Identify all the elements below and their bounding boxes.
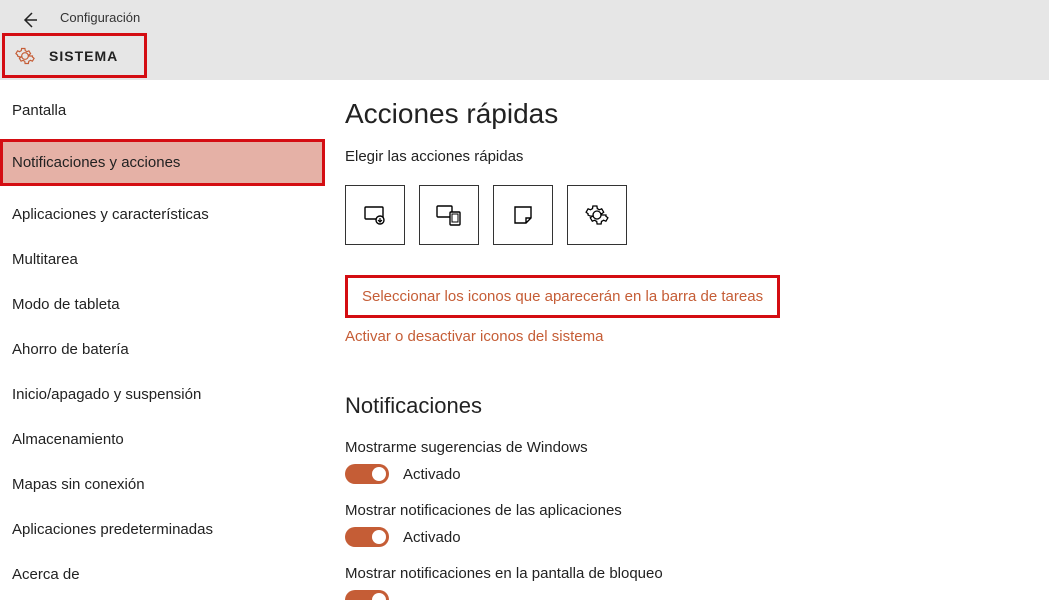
sidebar: Pantalla Notificaciones y acciones Aplic… xyxy=(0,80,325,609)
toggle-row-suggestions: Activado xyxy=(345,464,1049,484)
quick-action-tile-connect[interactable] xyxy=(419,185,479,245)
sidebar-item-ahorro-bateria[interactable]: Ahorro de batería xyxy=(0,327,325,372)
sidebar-item-label: Acerca de xyxy=(12,566,80,583)
link-toggle-system-icons[interactable]: Activar o desactivar iconos del sistema xyxy=(345,328,603,345)
sidebar-item-label: Pantalla xyxy=(12,102,66,119)
main-content: Acciones rápidas Elegir las acciones ráp… xyxy=(325,80,1049,609)
section-subtitle: Elegir las acciones rápidas xyxy=(345,148,1049,165)
toggle-label: Mostrarme sugerencias de Windows xyxy=(345,439,1049,456)
quick-action-tile-note[interactable] xyxy=(493,185,553,245)
gear-icon xyxy=(15,46,35,66)
back-button[interactable] xyxy=(18,8,42,32)
gear-icon xyxy=(585,203,609,227)
quick-action-tile-settings[interactable] xyxy=(567,185,627,245)
sidebar-item-modo-tableta[interactable]: Modo de tableta xyxy=(0,282,325,327)
quick-action-tile-tablet-mode[interactable] xyxy=(345,185,405,245)
sidebar-item-label: Modo de tableta xyxy=(12,296,120,313)
sidebar-item-label: Aplicaciones y características xyxy=(12,206,209,223)
toggle-row-app-notifications: Activado xyxy=(345,527,1049,547)
sidebar-item-label: Mapas sin conexión xyxy=(12,476,145,493)
sidebar-item-notificaciones[interactable]: Notificaciones y acciones xyxy=(0,139,325,186)
sidebar-item-label: Ahorro de batería xyxy=(12,341,129,358)
section-title-notificaciones: Notificaciones xyxy=(345,393,1049,419)
sidebar-item-almacenamiento[interactable]: Almacenamiento xyxy=(0,417,325,462)
app-title: Configuración xyxy=(60,10,140,25)
sidebar-item-inicio-apagado[interactable]: Inicio/apagado y suspensión xyxy=(0,372,325,417)
toggle-row-lockscreen-notifications xyxy=(345,590,1049,600)
note-icon xyxy=(512,204,534,226)
toggle-state-text: Activado xyxy=(403,529,461,546)
section-title-acciones: Acciones rápidas xyxy=(345,98,1049,130)
sidebar-item-label: Notificaciones y acciones xyxy=(12,154,180,171)
tablet-mode-icon xyxy=(362,202,388,228)
sidebar-item-label: Inicio/apagado y suspensión xyxy=(12,386,201,403)
sidebar-item-multitarea[interactable]: Multitarea xyxy=(0,237,325,282)
connect-icon xyxy=(435,203,463,227)
system-header-highlight[interactable]: SISTEMA xyxy=(2,33,147,78)
sidebar-item-label: Multitarea xyxy=(12,251,78,268)
toggle-label: Mostrar notificaciones de las aplicacion… xyxy=(345,502,1049,519)
back-arrow-icon xyxy=(20,10,40,30)
header-bar: Configuración SISTEMA xyxy=(0,0,1049,80)
link-highlight-taskbar-icons: Seleccionar los iconos que aparecerán en… xyxy=(345,275,780,318)
toggle-switch-lockscreen-notifications[interactable] xyxy=(345,590,389,600)
toggle-state-text: Activado xyxy=(403,466,461,483)
system-label: SISTEMA xyxy=(49,48,118,64)
sidebar-item-apps-predeterminadas[interactable]: Aplicaciones predeterminadas xyxy=(0,507,325,552)
sidebar-item-acerca-de[interactable]: Acerca de xyxy=(0,552,325,597)
sidebar-item-pantalla[interactable]: Pantalla xyxy=(0,88,325,133)
sidebar-item-label: Aplicaciones predeterminadas xyxy=(12,521,213,538)
toggle-switch-app-notifications[interactable] xyxy=(345,527,389,547)
quick-action-tiles xyxy=(345,185,1049,245)
sidebar-item-label: Almacenamiento xyxy=(12,431,124,448)
toggle-label: Mostrar notificaciones en la pantalla de… xyxy=(345,565,1049,582)
sidebar-item-aplicaciones[interactable]: Aplicaciones y características xyxy=(0,192,325,237)
sidebar-item-mapas[interactable]: Mapas sin conexión xyxy=(0,462,325,507)
link-select-taskbar-icons[interactable]: Seleccionar los iconos que aparecerán en… xyxy=(362,288,763,305)
toggle-switch-suggestions[interactable] xyxy=(345,464,389,484)
